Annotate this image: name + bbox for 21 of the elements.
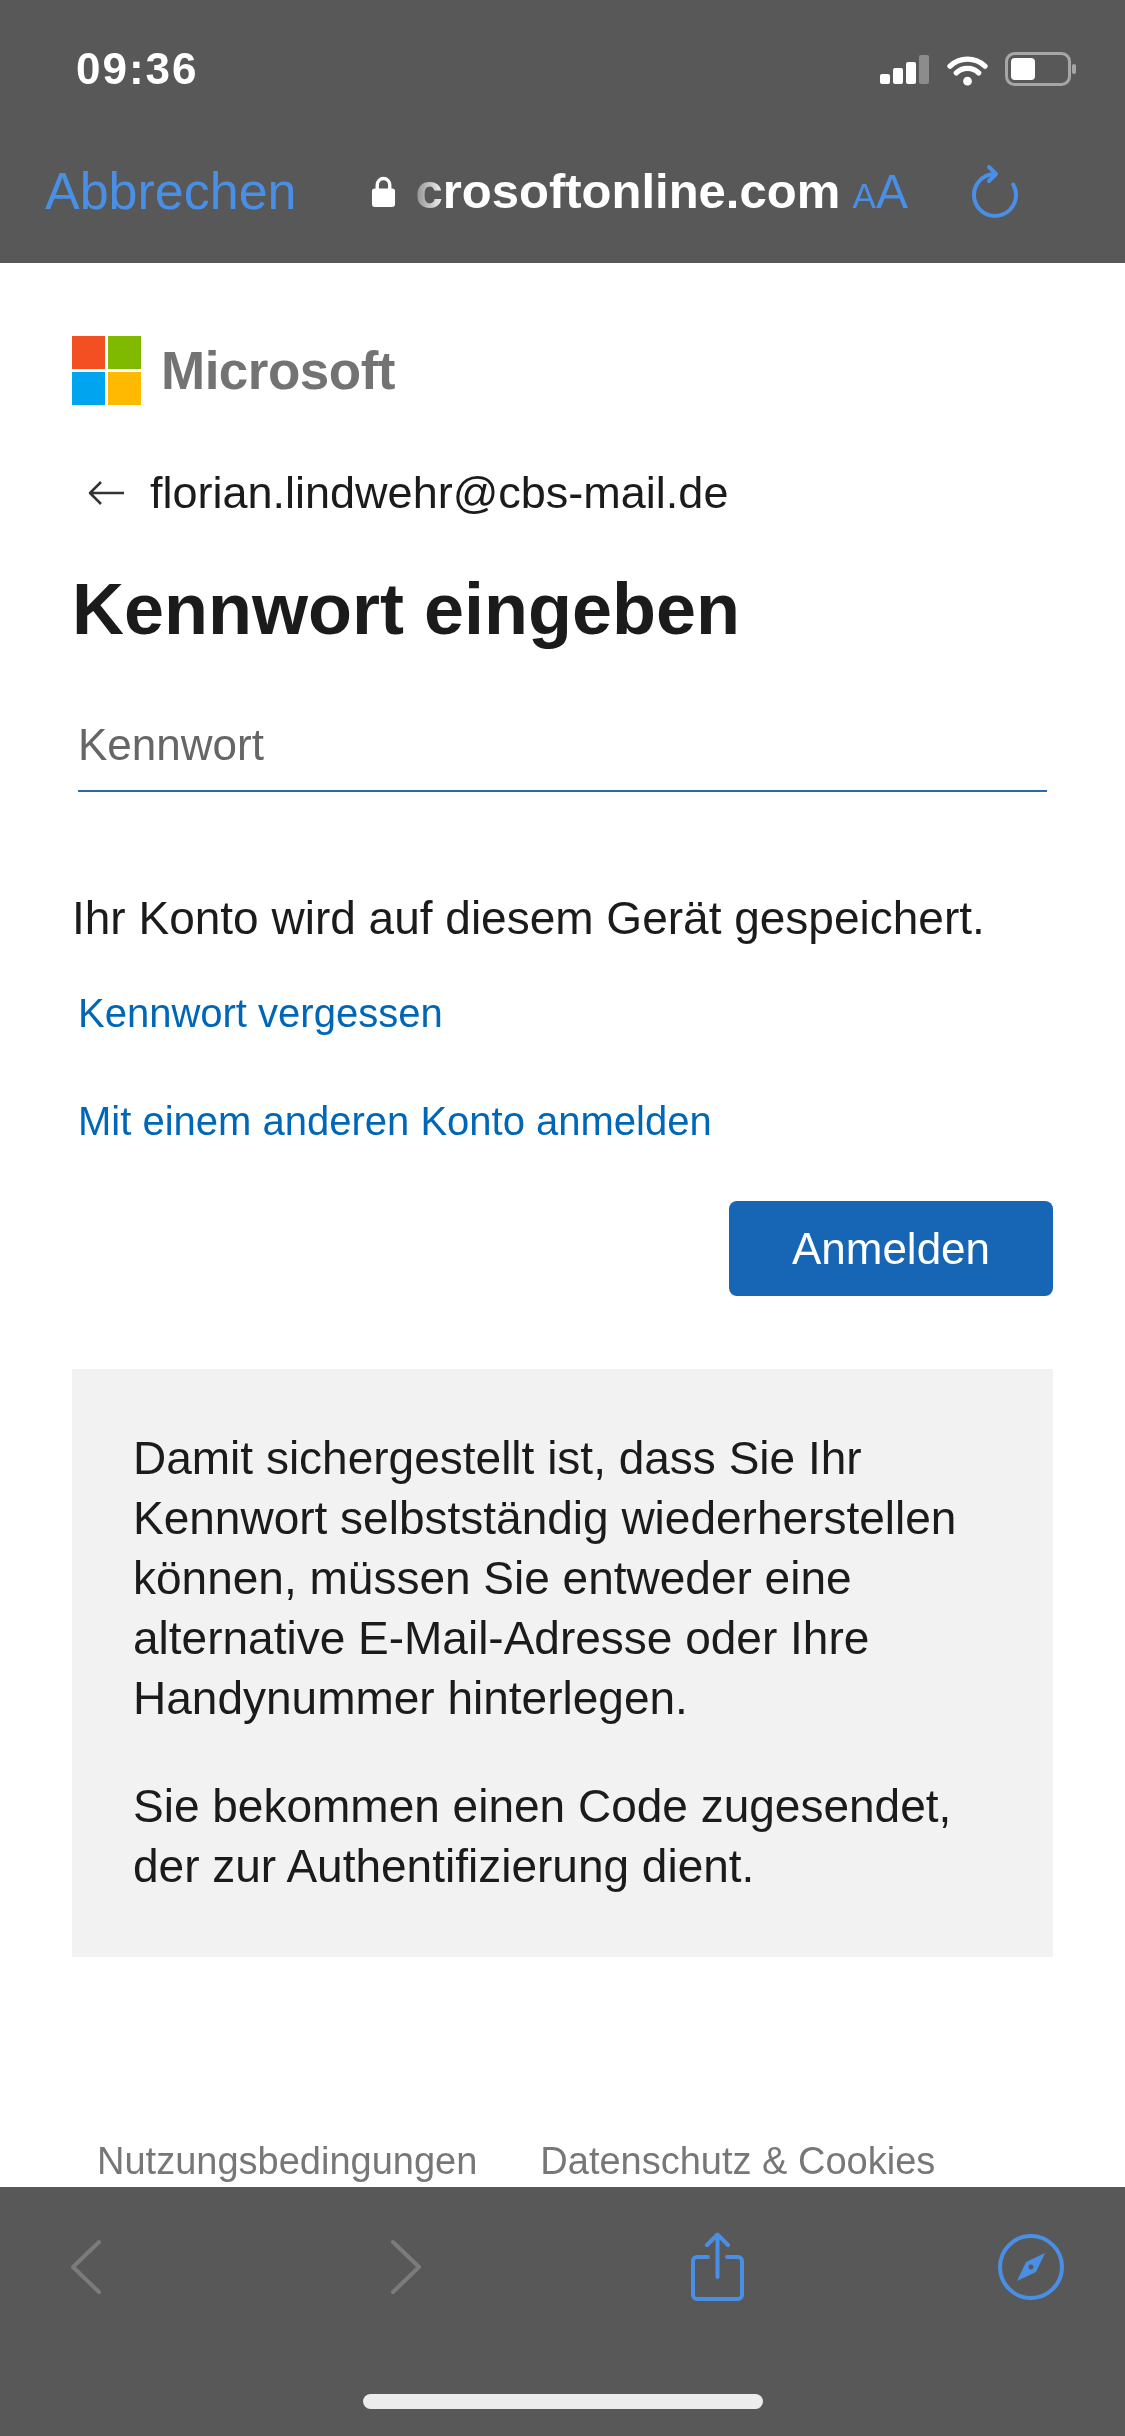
page-title: Kennwort eingeben bbox=[72, 569, 742, 649]
footer-link[interactable]: Nutzungsbedingungen bbox=[97, 2139, 478, 2183]
address-text[interactable]: crosoftonline.com bbox=[415, 163, 841, 220]
compass-icon[interactable] bbox=[998, 2234, 1064, 2300]
info-paragraph: Sie bekommen einen Code zugesendet, der zur Authentifizierung dient. bbox=[133, 1779, 953, 1894]
text-link[interactable]: Mit einem anderen Konto anmelden bbox=[78, 1096, 712, 1146]
back-arrow-icon[interactable] bbox=[88, 480, 125, 506]
logo-text: Microsoft bbox=[161, 340, 395, 402]
info-paragraph: Damit sichergestellt ist, dass Sie Ihr Kennwort selbstständig wiederherstellen können, müssen Sie entweder eine alternative E-Mail-Adresse oder Ihre Handynummer hinterlegen. bbox=[133, 1431, 958, 1726]
share-icon[interactable] bbox=[688, 2231, 746, 2303]
squares-logo-icon bbox=[72, 336, 141, 405]
account-email: florian.lindwehr@cbs-mail.de bbox=[150, 466, 729, 520]
notice-text: Ihr Konto wird auf diesem Gerät gespeichert. bbox=[72, 891, 986, 946]
status-time: 09:36 bbox=[76, 44, 199, 94]
battery-icon bbox=[1005, 52, 1077, 86]
signal-icon bbox=[880, 54, 930, 84]
reload-icon[interactable] bbox=[969, 163, 1020, 220]
password-field[interactable]: Kennwort bbox=[78, 700, 1047, 792]
text-link[interactable]: Kennwort vergessen bbox=[78, 988, 443, 1038]
sign-in-button[interactable]: Anmelden bbox=[729, 1201, 1053, 1296]
footer-link[interactable]: Datenschutz & Cookies bbox=[540, 2139, 936, 2183]
